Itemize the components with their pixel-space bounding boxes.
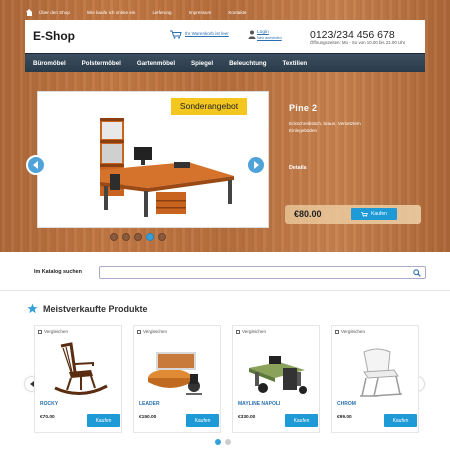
search-button[interactable]	[408, 267, 425, 278]
compare-label: Vergleichen	[242, 329, 267, 334]
search-label: Im Katalog suchen	[34, 269, 82, 275]
cart-link[interactable]: Ihr Warenkorb ist leer	[185, 31, 229, 36]
compare-checkbox[interactable]: Vergleichen	[335, 329, 365, 334]
cart-icon	[361, 211, 368, 217]
slide-details-link[interactable]: Details	[289, 165, 307, 171]
opening-hours: Öffnungszeiten: Mo - So von 10.00 bis 21…	[310, 40, 406, 45]
product-buy-button[interactable]: Kaufen	[186, 414, 219, 427]
product-card: Vergleichen LEADER €150.00 Kaufen	[133, 325, 221, 433]
compare-label: Vergleichen	[341, 329, 366, 334]
product-price: €70.00	[40, 415, 55, 420]
compare-checkbox[interactable]: Vergleichen	[38, 329, 68, 334]
product-price: €330.00	[238, 415, 256, 420]
login-link[interactable]: Login	[257, 30, 269, 35]
product-name[interactable]: ROCKY	[40, 401, 58, 407]
slide-buy-label: Kaufen	[371, 211, 387, 217]
slider-prev-button[interactable]	[26, 155, 46, 175]
product-buy-button[interactable]: Kaufen	[87, 414, 120, 427]
checkbox-icon	[137, 329, 141, 334]
bestsellers-heading: Meistverkaufte Produkte	[27, 303, 148, 314]
catalog-search-input[interactable]	[99, 266, 426, 279]
carousel-dot-active[interactable]	[215, 439, 221, 445]
special-offer-badge: Sonderangebot	[171, 98, 247, 115]
product-price: €150.00	[139, 415, 157, 420]
topnav-link-how-to-buy[interactable]: Wie kaufe ich online ein	[87, 10, 136, 15]
chevron-left-icon	[33, 161, 38, 169]
compare-checkbox[interactable]: Vergleichen	[236, 329, 266, 334]
search-icon	[412, 268, 421, 277]
menu-item-upholstered-furniture[interactable]: Polstermöbel	[74, 60, 129, 67]
chrome-chair-image[interactable]	[338, 338, 414, 400]
product-price: €99.00	[337, 415, 352, 420]
star-icon	[27, 303, 38, 314]
menu-item-textiles[interactable]: Textilien	[275, 60, 316, 67]
slider-dot[interactable]	[122, 233, 130, 241]
section-divider	[0, 290, 450, 291]
slider-dot-active[interactable]	[146, 233, 154, 241]
product-card: Vergleichen MAYLINE NAPOLI €330.00 Kaufe…	[232, 325, 320, 433]
slide-price: €80.00	[294, 209, 322, 219]
checkbox-icon	[335, 329, 339, 334]
bestsellers-title: Meistverkaufte Produkte	[43, 303, 148, 314]
topnav-link-imprint[interactable]: Impressum	[189, 10, 212, 15]
office-desk-image[interactable]	[140, 338, 216, 400]
carousel-pagination	[215, 439, 231, 445]
slide-buy-button[interactable]: Kaufen	[351, 208, 397, 220]
slider-pagination	[110, 233, 166, 241]
compare-checkbox[interactable]: Vergleichen	[137, 329, 167, 334]
product-name[interactable]: CHROM	[337, 401, 356, 407]
slide-price-bar: €80.00 Kaufen	[285, 205, 421, 224]
topnav-link-about[interactable]: Über den Shop	[39, 10, 70, 15]
slider-dot[interactable]	[110, 233, 118, 241]
product-card: Vergleichen ROCKY €70.00 Kaufen	[34, 325, 122, 433]
slide-product-title[interactable]: Pine 2	[289, 103, 317, 113]
product-name[interactable]: MAYLINE NAPOLI	[238, 401, 280, 407]
rocking-chair-image[interactable]	[41, 338, 117, 400]
checkbox-icon	[236, 329, 240, 334]
main-menu: Büromöbel Polstermöbel Gartenmöbel Spieg…	[25, 53, 425, 72]
shopping-cart-icon[interactable]	[170, 30, 182, 39]
product-name[interactable]: LEADER	[139, 401, 160, 407]
workstation-image[interactable]	[239, 338, 315, 400]
user-icon	[248, 30, 256, 39]
chevron-right-icon	[254, 161, 259, 169]
menu-item-mirrors[interactable]: Spiegel	[183, 60, 221, 67]
site-logo[interactable]: E-Shop	[33, 29, 75, 43]
product-card: Vergleichen CHROM €99.00 Kaufen	[331, 325, 419, 433]
top-navigation: Über den Shop Wie kaufe ich online ein L…	[26, 7, 263, 17]
slider-next-button[interactable]	[246, 155, 266, 175]
product-buy-button[interactable]: Kaufen	[285, 414, 318, 427]
topnav-link-delivery[interactable]: Lieferung	[152, 10, 171, 15]
product-buy-button[interactable]: Kaufen	[384, 414, 417, 427]
menu-item-office-furniture[interactable]: Büromöbel	[25, 60, 74, 67]
menu-item-garden-furniture[interactable]: Gartenmöbel	[129, 60, 183, 67]
slider-dot[interactable]	[158, 233, 166, 241]
topnav-link-contacts[interactable]: Kontakte	[228, 10, 246, 15]
site-header: E-Shop Ihr Warenkorb ist leer Login Neu …	[25, 20, 425, 53]
register-link[interactable]: Neu anmelden	[257, 36, 282, 40]
compare-label: Vergleichen	[143, 329, 168, 334]
checkbox-icon	[38, 329, 42, 334]
home-icon[interactable]	[26, 8, 33, 16]
compare-label: Vergleichen	[44, 329, 69, 334]
slide-product-description: Eckschreibtisch, braun, Versetztem Einle…	[289, 121, 361, 133]
slider-dot[interactable]	[134, 233, 142, 241]
carousel-dot[interactable]	[225, 439, 231, 445]
menu-item-lighting[interactable]: Beleuchtung	[221, 60, 274, 67]
